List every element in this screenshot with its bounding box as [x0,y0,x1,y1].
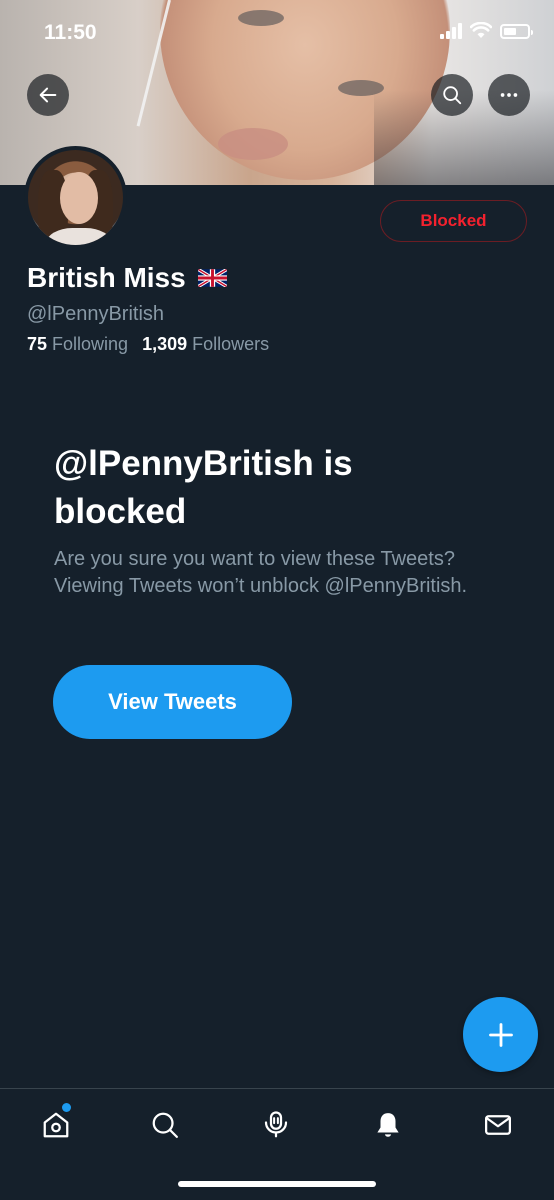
wifi-icon [470,22,492,38]
status-bar: 11:50 [0,0,554,60]
bell-icon [377,1113,399,1137]
arrow-left-icon [39,87,57,103]
cellular-signal-icon [440,23,462,39]
search-icon [152,1112,178,1138]
tab-home[interactable] [34,1103,78,1147]
blocked-notice-body: Are you sure you want to view these Twee… [54,548,468,597]
profile-name-row: British Miss [27,262,227,294]
home-icon [43,1112,69,1138]
status-time: 11:50 [44,21,97,44]
followers-count: 1,309 [142,334,188,354]
spaces-icon [264,1111,288,1138]
profile-name: British Miss [27,262,186,293]
mail-icon [485,1115,511,1135]
uk-flag-icon [197,269,227,287]
following-link[interactable]: 75 Following [27,334,128,355]
tab-messages[interactable] [476,1103,520,1147]
more-icon [500,93,518,97]
compose-tweet-button[interactable] [463,997,538,1072]
tab-explore[interactable] [143,1103,187,1147]
following-count: 75 [27,334,48,354]
search-icon [443,86,462,105]
plus-icon [488,1022,513,1047]
new-content-dot [62,1103,71,1112]
search-button[interactable] [431,74,473,116]
followers-label: Followers [192,334,270,354]
back-button[interactable] [27,74,69,116]
view-tweets-button[interactable]: View Tweets [53,665,292,739]
follow-counts: 75 Following 1,309 Followers [27,334,269,355]
avatar[interactable] [24,146,127,249]
battery-icon [500,24,533,39]
more-options-button[interactable] [488,74,530,116]
tab-spaces[interactable] [254,1103,298,1147]
following-label: Following [52,334,129,354]
blocked-button[interactable]: Blocked [380,200,527,242]
followers-link[interactable]: 1,309 Followers [142,334,269,355]
home-indicator[interactable] [178,1181,376,1187]
blocked-notice-title: @lPennyBritish is blocked [54,444,353,531]
tab-notifications[interactable] [366,1103,410,1147]
profile-handle: @lPennyBritish [27,303,165,325]
